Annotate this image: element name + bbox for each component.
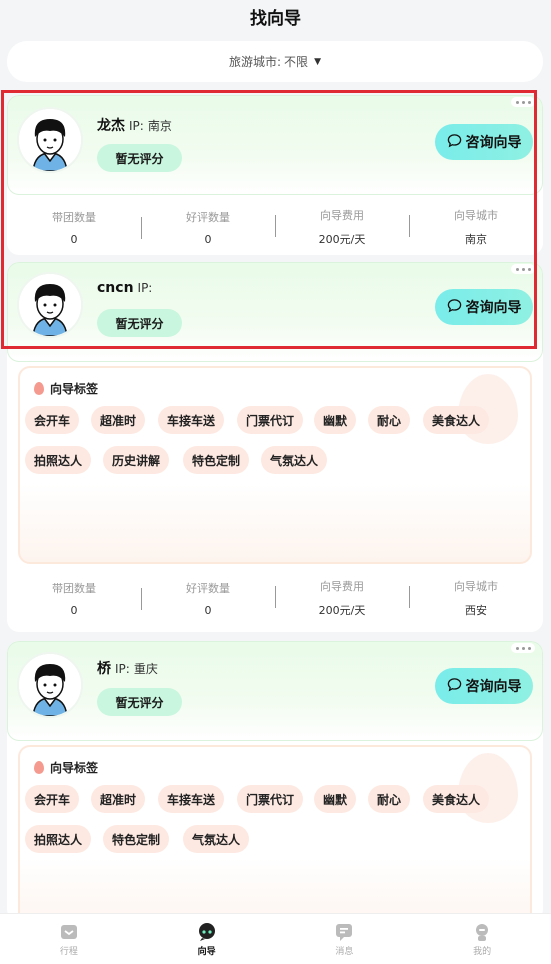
consult-guide-button[interactable]: 咨询向导 <box>435 668 533 704</box>
avatar <box>17 272 83 338</box>
page-title: 找向导 <box>250 8 301 29</box>
tag-chip: 气氛达人 <box>183 825 250 853</box>
guide-stats: 带团数量 0 好评数量 0 向导费用 200元/天 向导城市 西安 <box>7 572 543 624</box>
guide-name-line: cncn IP: <box>97 280 152 296</box>
more-options-icon[interactable] <box>511 264 535 274</box>
more-options-icon[interactable] <box>511 97 535 107</box>
chat-icon <box>447 133 462 152</box>
guide-name: 桥 <box>97 661 111 677</box>
guide-name-line: 龙杰 IP: 南京 <box>97 115 172 135</box>
tag-chip: 门票代订 <box>237 406 304 434</box>
tags-title: 向导标签 <box>34 759 98 776</box>
guide-name: 龙杰 <box>97 118 125 134</box>
chat-icon <box>447 298 462 317</box>
caret-down-icon: ▼ <box>314 56 321 67</box>
guide-name-line: 桥 IP: 重庆 <box>97 658 158 678</box>
guide-stats: 带团数量 0 好评数量 0 向导费用 200元/天 向导城市 南京 <box>7 201 543 253</box>
more-options-icon[interactable] <box>511 643 535 653</box>
message-icon <box>336 923 353 941</box>
tag-chip: 拍照达人 <box>25 825 92 853</box>
guide-card: 桥 IP: 重庆 暂无评分 咨询向导 向导标签 会开车 超准时 车接车送 门票代订 … <box>7 641 543 921</box>
tag-chip: 耐心 <box>368 785 411 813</box>
rating-badge: 暂无评分 <box>97 309 182 337</box>
consult-guide-button[interactable]: 咨询向导 <box>435 124 533 160</box>
tab-itinerary[interactable]: 行程 <box>0 914 138 964</box>
tags-title: 向导标签 <box>34 380 98 397</box>
stat-good-reviews: 好评数量 0 <box>141 209 275 246</box>
bottom-tab-bar: 行程 向导 消息 我的 <box>0 913 551 964</box>
stat-city: 向导城市 南京 <box>409 207 543 247</box>
consult-label: 咨询向导 <box>465 300 522 316</box>
guide-name: cncn <box>97 280 134 296</box>
guide-icon <box>198 922 215 941</box>
flame-icon <box>34 382 44 395</box>
guide-ip-value: 重庆 <box>133 662 158 676</box>
stat-good-reviews: 好评数量 0 <box>141 580 275 617</box>
tag-chip: 幽默 <box>314 406 357 434</box>
stat-fee: 向导费用 200元/天 <box>275 207 409 247</box>
tag-chip: 美食达人 <box>423 406 490 434</box>
rating-badge: 暂无评分 <box>97 144 182 172</box>
stat-groups: 带团数量 0 <box>52 581 96 617</box>
tags-panel: 向导标签 会开车 超准时 车接车送 门票代订 幽默 耐心 美食达人 拍照达人 历… <box>18 366 532 564</box>
tag-chip: 特色定制 <box>103 825 170 853</box>
tag-chip: 历史讲解 <box>103 446 170 474</box>
tag-chip: 会开车 <box>25 406 80 434</box>
chat-icon <box>447 677 462 696</box>
guide-ip-value: 南京 <box>147 119 172 133</box>
tag-chip: 车接车送 <box>158 406 225 434</box>
profile-icon <box>476 923 489 941</box>
tag-chip: 超准时 <box>91 406 146 434</box>
tag-chip: 耐心 <box>368 406 411 434</box>
consult-label: 咨询向导 <box>465 135 522 151</box>
tag-chip: 车接车送 <box>158 785 225 813</box>
consult-label: 咨询向导 <box>465 679 522 695</box>
filter-label: 旅游城市: <box>229 55 282 69</box>
consult-guide-button[interactable]: 咨询向导 <box>435 289 533 325</box>
guide-card: 龙杰 IP: 南京 暂无评分 咨询向导 带团数量 0 好评数量 0 向导费用 200元/天… <box>7 95 543 255</box>
guide-ip-label: IP: <box>115 662 130 676</box>
tags-panel: 向导标签 会开车 超准时 车接车送 门票代订 幽默 耐心 美食达人 拍照达人 特… <box>18 745 532 921</box>
rating-badge: 暂无评分 <box>97 688 182 716</box>
guide-ip-label: IP: <box>129 119 144 133</box>
tag-chip: 会开车 <box>25 785 80 813</box>
tag-chip: 门票代订 <box>237 785 304 813</box>
guide-ip-label: IP: <box>137 281 153 295</box>
stat-groups: 带团数量 0 <box>52 210 96 246</box>
tag-chip: 幽默 <box>314 785 357 813</box>
avatar <box>17 107 83 173</box>
tag-chip: 气氛达人 <box>261 446 328 474</box>
tag-chip: 超准时 <box>91 785 146 813</box>
tab-profile[interactable]: 我的 <box>413 914 551 964</box>
filter-value: 不限 <box>284 55 309 69</box>
avatar <box>17 652 83 718</box>
tab-messages[interactable]: 消息 <box>276 914 414 964</box>
tag-chip: 特色定制 <box>183 446 250 474</box>
tab-guide[interactable]: 向导 <box>138 914 276 964</box>
stat-fee: 向导费用 200元/天 <box>275 578 409 618</box>
flame-icon <box>34 761 44 774</box>
guide-card: cncn IP: 暂无评分 咨询向导 向导标签 会开车 超准时 车接车送 门票代订… <box>7 262 543 632</box>
itinerary-icon <box>60 924 77 939</box>
stat-city: 向导城市 西安 <box>409 578 543 618</box>
tag-chip: 拍照达人 <box>25 446 92 474</box>
tag-chip: 美食达人 <box>423 785 490 813</box>
city-filter[interactable]: 旅游城市: 不限 ▼ <box>7 41 543 82</box>
